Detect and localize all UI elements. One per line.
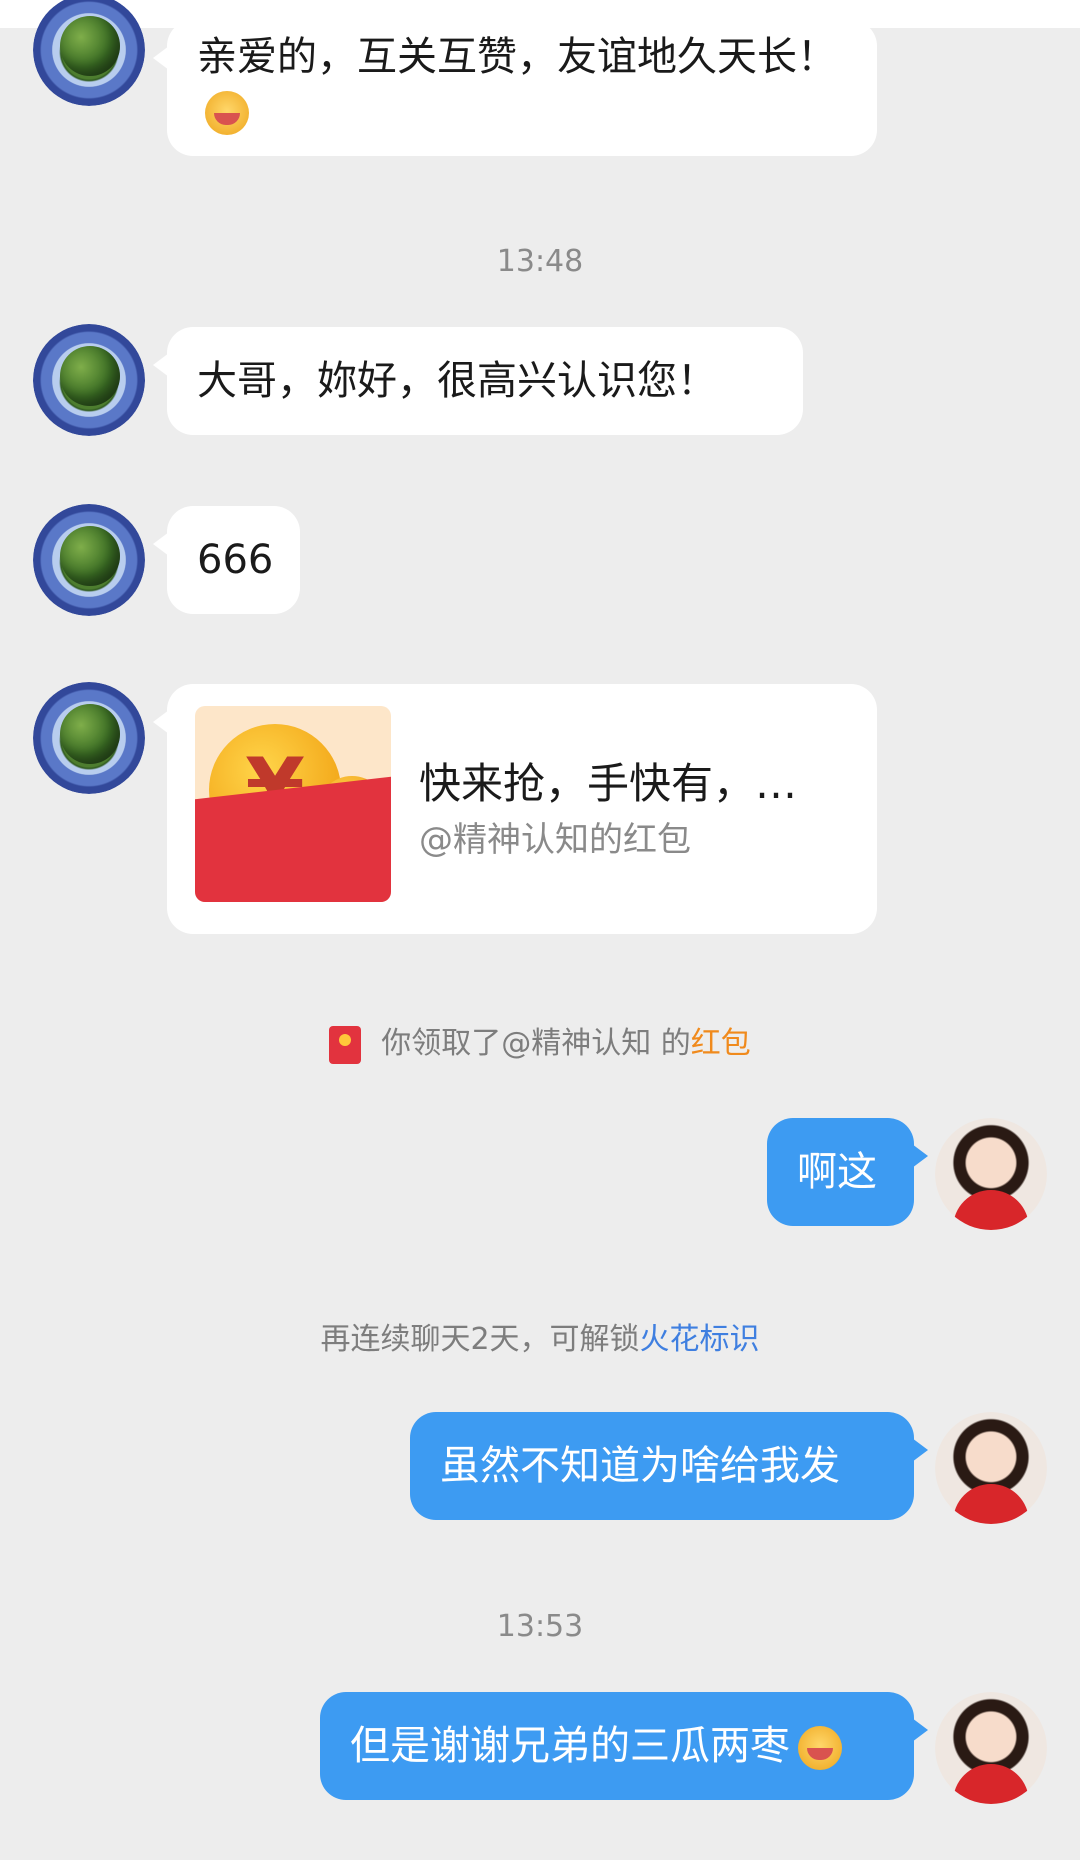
my-avatar[interactable] <box>935 1692 1047 1804</box>
message-text: 啊这 <box>797 1149 877 1195</box>
contact-avatar[interactable] <box>33 682 145 794</box>
my-avatar[interactable] <box>935 1412 1047 1524</box>
girl-avatar-icon <box>935 1118 1047 1230</box>
smile-emoji-icon <box>205 91 249 135</box>
outgoing-message-bubble[interactable]: 但是谢谢兄弟的三瓜两枣 <box>320 1692 928 1800</box>
message-text: 大哥，妳好，很高兴认识您！ <box>197 358 717 404</box>
message-text: 亲爱的，互关互赞，友谊地久天长！ <box>197 34 837 80</box>
system-notice-redpacket: 你领取了@精神认知 的红包 <box>0 1018 1080 1064</box>
system-notice-spark: 再连续聊天2天，可解锁火花标识 <box>320 1322 760 1357</box>
incoming-message-bubble[interactable]: 亲爱的，互关互赞，友谊地久天长！ <box>153 20 877 156</box>
incoming-message-bubble[interactable]: 大哥，妳好，很高兴认识您！ <box>153 327 803 435</box>
outgoing-message-bubble[interactable]: 啊这 <box>767 1118 928 1226</box>
redpacket-link[interactable]: 红包 <box>691 1026 751 1061</box>
incoming-message-bubble[interactable]: 666 <box>153 506 300 614</box>
message-text: 虽然不知道为啥给我发 <box>440 1443 840 1489</box>
girl-avatar-icon <box>935 1692 1047 1804</box>
my-avatar[interactable] <box>935 1118 1047 1230</box>
globe-avatar-icon <box>33 504 145 616</box>
red-packet-sender: @精神认知的红包 <box>419 820 691 860</box>
globe-avatar-icon <box>33 0 145 106</box>
message-timestamp: 13:48 <box>496 244 584 279</box>
contact-avatar[interactable] <box>33 324 145 436</box>
spark-link[interactable]: 火花标识 <box>640 1322 760 1357</box>
red-envelope-icon <box>329 1025 362 1064</box>
globe-avatar-icon <box>33 682 145 794</box>
message-timestamp: 13:53 <box>496 1609 584 1644</box>
red-packet-title: 快来抢，手快有，… <box>419 759 798 808</box>
contact-avatar[interactable] <box>33 0 145 106</box>
message-text: 666 <box>197 537 274 583</box>
message-text: 但是谢谢兄弟的三瓜两枣 <box>350 1723 790 1769</box>
girl-avatar-icon <box>935 1412 1047 1524</box>
globe-avatar-icon <box>33 324 145 436</box>
red-envelope-icon: ¥ <box>195 706 391 902</box>
red-packet-card[interactable]: ¥ 快来抢，手快有，… @精神认知的红包 <box>153 684 877 934</box>
touched-emoji-icon <box>798 1726 842 1770</box>
outgoing-message-bubble[interactable]: 虽然不知道为啥给我发 <box>410 1412 928 1520</box>
contact-avatar[interactable] <box>33 504 145 616</box>
